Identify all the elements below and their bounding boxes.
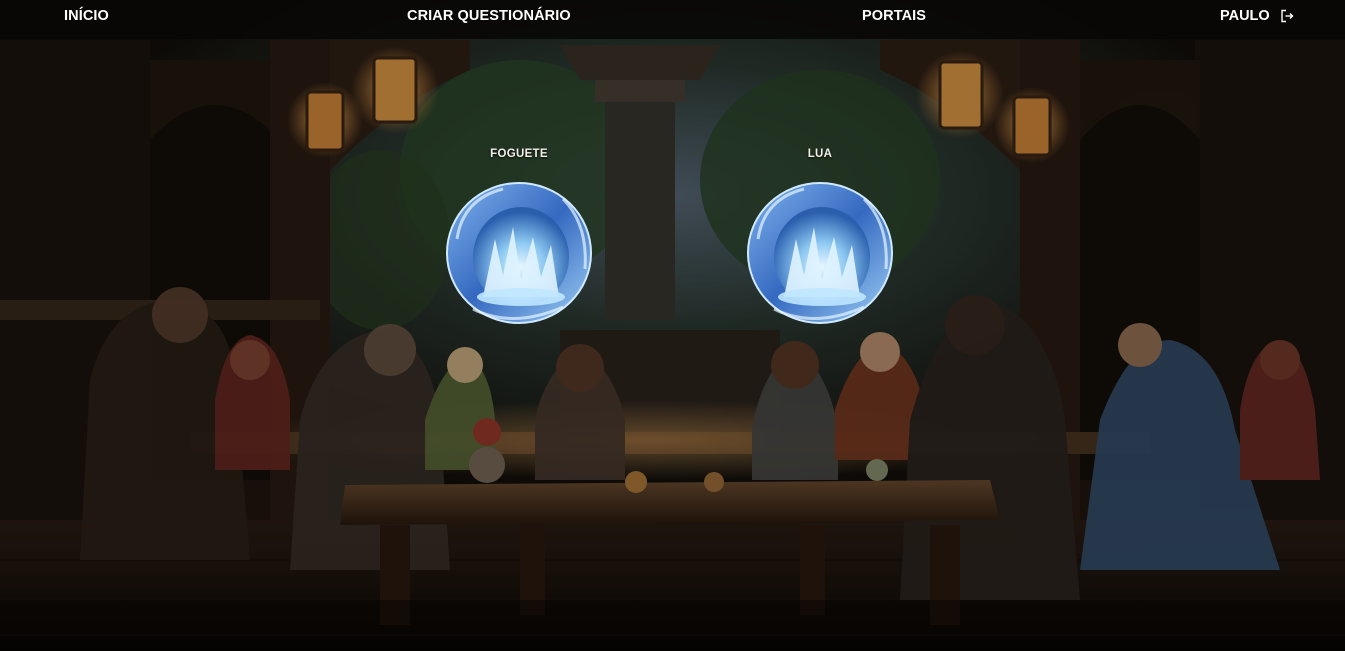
user-menu: PAULO	[1220, 8, 1294, 24]
top-navbar: INÍCIO CRIAR QUESTIONÁRIO PORTAIS PAULO	[0, 0, 1345, 39]
portal-label: LUA	[807, 148, 833, 160]
portal-card-foguete[interactable]: FOGUETE	[439, 148, 599, 327]
nav-home-link[interactable]: INÍCIO	[64, 8, 109, 24]
ice-portal-icon[interactable]	[443, 179, 595, 327]
portal-card-lua[interactable]: LUA	[740, 148, 900, 327]
tavern-background-illustration	[0, 0, 1345, 651]
portal-label: FOGUETE	[490, 148, 548, 160]
ice-portal-icon[interactable]	[744, 179, 896, 327]
nav-portals-link[interactable]: PORTAIS	[862, 8, 926, 24]
user-name: PAULO	[1220, 8, 1270, 24]
nav-create-quiz-link[interactable]: CRIAR QUESTIONÁRIO	[407, 8, 571, 24]
logout-icon[interactable]	[1280, 9, 1294, 23]
